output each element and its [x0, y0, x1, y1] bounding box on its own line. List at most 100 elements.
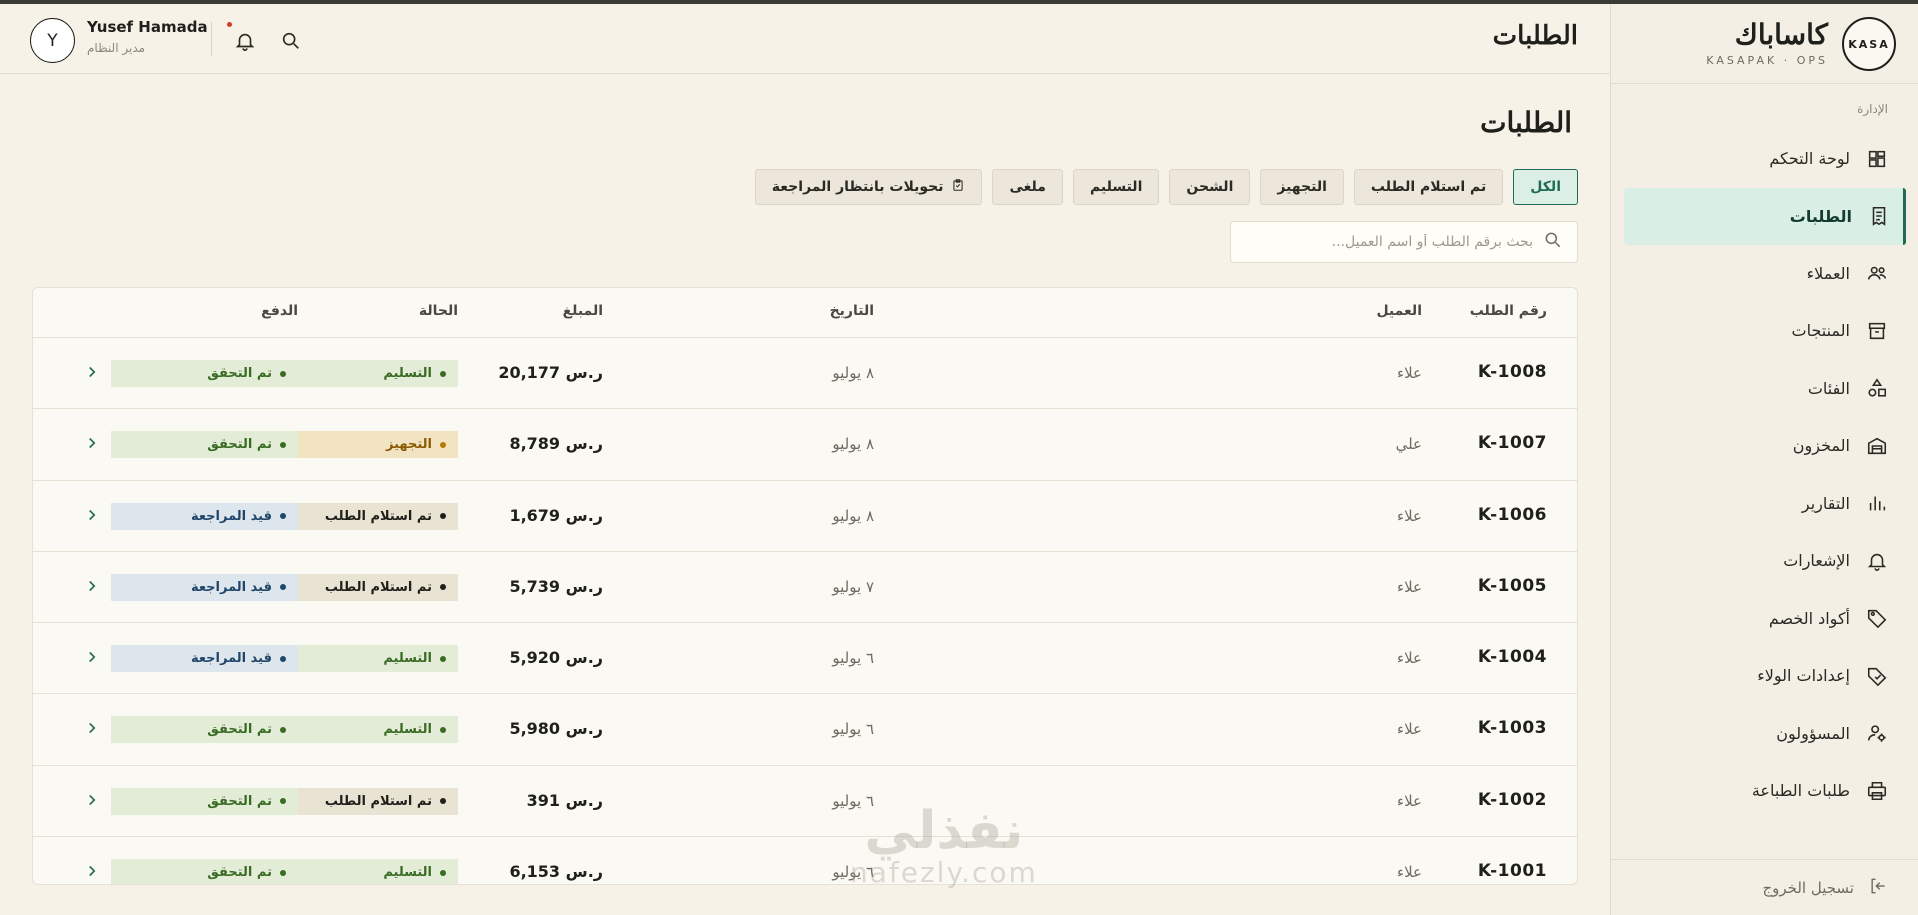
search-input[interactable] — [1253, 234, 1533, 250]
table-row[interactable]: K-1008 علاء ٨ يوليو 20,177 ر.س التسليم تم الت… — [33, 338, 1577, 410]
avatar[interactable]: Y — [30, 18, 75, 63]
sidebar-item-12[interactable]: طلبات الطباعة — [1610, 762, 1918, 820]
sidebar-item-8[interactable]: الإشعارات — [1610, 532, 1918, 590]
filter-delivered[interactable]: التسليم — [1072, 169, 1160, 205]
order-id[interactable]: K-1004 — [1478, 647, 1547, 667]
sidebar-item-label: العملاء — [1806, 263, 1850, 283]
sidebar-item-1[interactable]: لوحة التحكم — [1610, 130, 1918, 188]
sidebar-item-7[interactable]: التقارير — [1610, 475, 1918, 533]
table-header: رقم الطلب العميل التاريخ المبلغ الحالة ا… — [33, 288, 1577, 338]
loyalty-tag-icon — [1866, 665, 1888, 687]
chevron-right-icon[interactable] — [83, 434, 101, 452]
table-row[interactable]: K-1001 علاء ٦ يوليو 6,153 ر.س التسليم تم التح… — [33, 837, 1577, 884]
sidebar-item-9[interactable]: أكواد الخصم — [1610, 590, 1918, 648]
bell-icon[interactable] — [234, 30, 256, 52]
payment-badge: تم التحقق — [111, 787, 298, 815]
customer-name: علاء — [1397, 720, 1422, 739]
chevron-right-icon[interactable] — [83, 648, 101, 666]
order-id[interactable]: K-1002 — [1478, 790, 1547, 810]
filter-received[interactable]: تم استلام الطلب — [1353, 169, 1504, 205]
nav-section-label: الإدارة — [1857, 102, 1888, 116]
order-id[interactable]: K-1006 — [1478, 505, 1547, 525]
filter-pending-transfers[interactable]: تحويلات بانتظار المراجعة — [754, 169, 983, 205]
table-row[interactable]: K-1003 علاء ٦ يوليو 5,980 ر.س التسليم تم التح… — [33, 694, 1577, 766]
watermark-url: nafezly.com — [850, 856, 1038, 889]
table-row[interactable]: K-1005 علاء ٧ يوليو 5,739 ر.س تم استلام الطل… — [33, 552, 1577, 624]
chevron-right-icon[interactable] — [83, 506, 101, 524]
chevron-right-icon[interactable] — [83, 719, 101, 737]
status-label: التجهيز — [386, 437, 432, 453]
sidebar-item-10[interactable]: إعدادات الولاء — [1610, 647, 1918, 705]
payment-badge: تم التحقق — [111, 716, 298, 744]
top-accent-line — [0, 0, 1918, 4]
topbar-title: الطلبات — [1492, 21, 1578, 51]
order-id[interactable]: K-1007 — [1478, 433, 1547, 453]
order-date: ٧ يوليو — [832, 577, 874, 596]
header-amount[interactable]: المبلغ — [563, 303, 603, 319]
filter-all[interactable]: الكل — [1513, 169, 1578, 205]
tag-icon — [1866, 607, 1888, 629]
dashboard-icon — [1866, 148, 1888, 170]
sidebar-item-4[interactable]: المنتجات — [1610, 302, 1918, 360]
search-icon[interactable] — [280, 30, 302, 52]
table-body: K-1008 علاء ٨ يوليو 20,177 ر.س التسليم تم الت… — [33, 338, 1577, 884]
chevron-right-icon[interactable] — [83, 363, 101, 381]
payment-badge: تم التحقق — [111, 431, 298, 459]
payment-dot — [280, 655, 286, 662]
notification-dot — [227, 22, 232, 27]
sidebar-item-label: المسؤولون — [1776, 723, 1850, 743]
customer-name: علاء — [1397, 649, 1422, 668]
header-date[interactable]: التاريخ — [830, 303, 874, 319]
table-row[interactable]: K-1007 علي ٨ يوليو 8,789 ر.س التجهيز تم التحق… — [33, 409, 1577, 481]
order-id[interactable]: K-1003 — [1478, 718, 1547, 738]
payment-dot — [280, 869, 286, 876]
payment-badge: تم التحقق — [111, 859, 298, 884]
logout-label: تسجيل الخروج — [1762, 878, 1854, 897]
header-payment[interactable]: الدفع — [261, 303, 298, 319]
filter-cancelled[interactable]: ملغى — [992, 169, 1063, 205]
order-amount: 5,739 ر.س — [509, 576, 603, 596]
sidebar-item-label: الطلبات — [1789, 206, 1852, 226]
header-id[interactable]: رقم الطلب — [1470, 303, 1547, 319]
order-id[interactable]: K-1001 — [1478, 861, 1547, 881]
sidebar-item-label: المخزون — [1792, 436, 1850, 456]
order-id[interactable]: K-1005 — [1478, 576, 1547, 596]
shapes-icon — [1866, 377, 1888, 399]
customer-name: علاء — [1397, 364, 1422, 382]
chevron-right-icon[interactable] — [83, 791, 101, 809]
admin-icon — [1866, 722, 1888, 744]
table-row[interactable]: K-1002 علاء ٦ يوليو 391 ر.س تم استلام الطلب ت… — [33, 766, 1577, 838]
sidebar-item-11[interactable]: المسؤولون — [1610, 705, 1918, 763]
customer-name: علاء — [1397, 506, 1422, 525]
payment-dot — [280, 726, 286, 733]
chevron-right-icon[interactable] — [83, 577, 101, 595]
sidebar-item-3[interactable]: العملاء — [1610, 245, 1918, 303]
payment-label: تم التحقق — [207, 722, 272, 738]
payment-dot — [280, 798, 286, 805]
brand-logo[interactable]: KASA — [1842, 17, 1896, 71]
chevron-right-icon[interactable] — [83, 862, 101, 880]
table-row[interactable]: K-1004 علاء ٦ يوليو 5,920 ر.س التسليم قيد الم… — [33, 623, 1577, 695]
status-badge: التسليم — [298, 360, 458, 387]
sidebar-item-label: المنتجات — [1791, 321, 1851, 341]
table-row[interactable]: K-1006 علاء ٨ يوليو 1,679 ر.س تم استلام الطل… — [33, 481, 1577, 552]
status-badge: التسليم — [298, 716, 458, 744]
clipboard-icon — [951, 178, 965, 196]
payment-label: تم التحقق — [207, 437, 272, 453]
brand-subtitle: KASAPAK · OPS — [1706, 54, 1828, 67]
payment-badge: قيد المراجعة — [111, 502, 298, 530]
sidebar-item-5[interactable]: الفئات — [1610, 360, 1918, 418]
orders-icon — [1868, 205, 1890, 227]
filter-preparing[interactable]: التجهيز — [1260, 169, 1344, 205]
sidebar-item-2[interactable]: الطلبات — [1624, 187, 1906, 245]
header-customer[interactable]: العميل — [1376, 303, 1422, 319]
order-id[interactable]: K-1008 — [1478, 362, 1547, 382]
logout-button[interactable]: تسجيل الخروج — [1610, 859, 1918, 915]
status-dot — [440, 726, 446, 733]
sidebar-item-6[interactable]: المخزون — [1610, 417, 1918, 475]
header-status[interactable]: الحالة — [419, 303, 458, 319]
divider — [211, 22, 212, 56]
filter-shipping[interactable]: الشحن — [1169, 169, 1251, 205]
order-amount: 6,153 ر.س — [509, 862, 603, 882]
search-box — [1230, 221, 1578, 263]
